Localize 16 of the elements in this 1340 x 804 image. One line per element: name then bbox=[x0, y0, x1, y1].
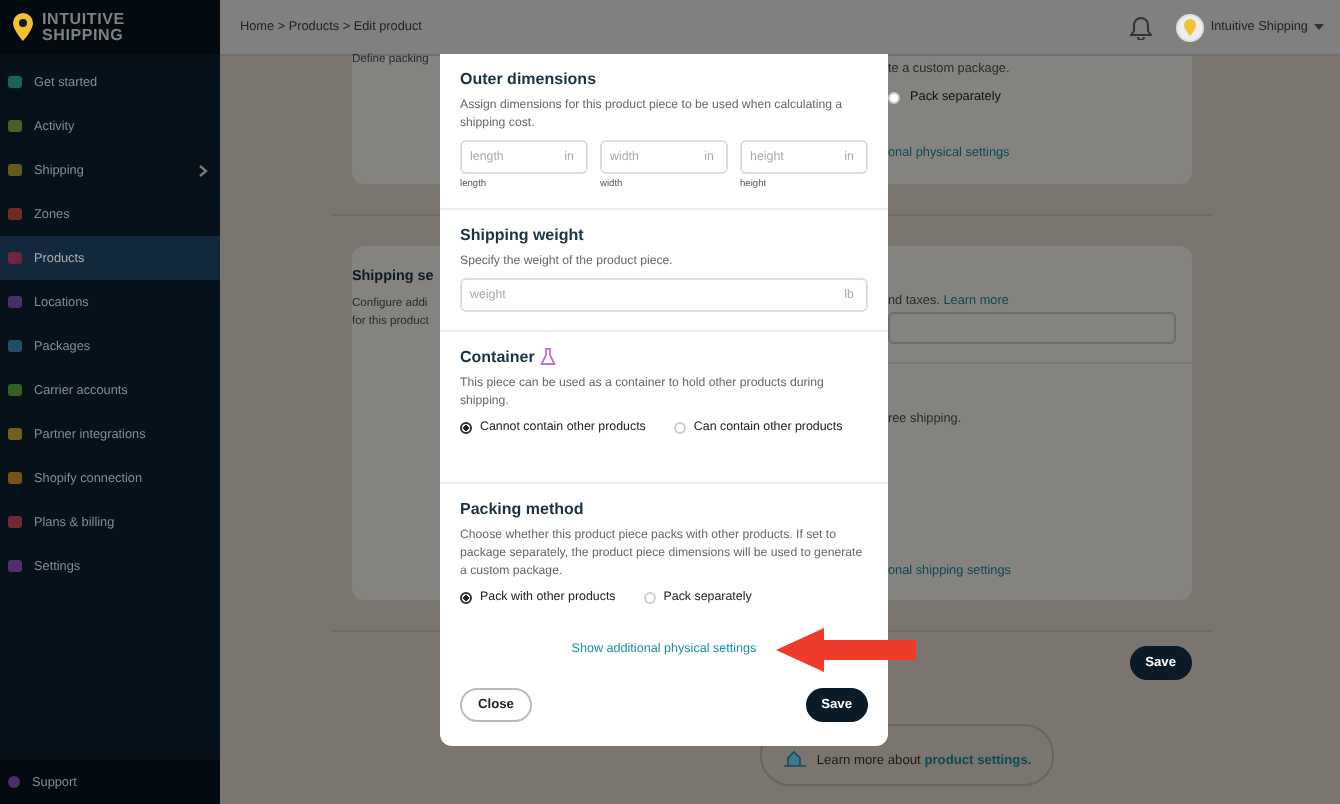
chevron-right-icon bbox=[198, 163, 208, 177]
radio-button[interactable] bbox=[460, 591, 472, 603]
logo-text: INTUITIVE bbox=[42, 12, 125, 27]
text-field[interactable] bbox=[888, 312, 1176, 344]
bell-icon bbox=[1130, 15, 1153, 39]
logo-text: SHIPPING bbox=[42, 27, 125, 42]
radio-button[interactable] bbox=[460, 421, 472, 433]
section-title: Shipping weight bbox=[460, 226, 584, 244]
section-title: Outer dimensions bbox=[460, 70, 597, 88]
caret-down-icon bbox=[1314, 24, 1324, 30]
section-title: Container bbox=[460, 348, 535, 366]
pin-logo-icon bbox=[12, 12, 34, 42]
flask-icon bbox=[540, 348, 557, 366]
pin-avatar-icon bbox=[1176, 13, 1205, 41]
annotation-arrow-icon bbox=[776, 626, 916, 674]
section-title: Packing method bbox=[460, 500, 584, 518]
